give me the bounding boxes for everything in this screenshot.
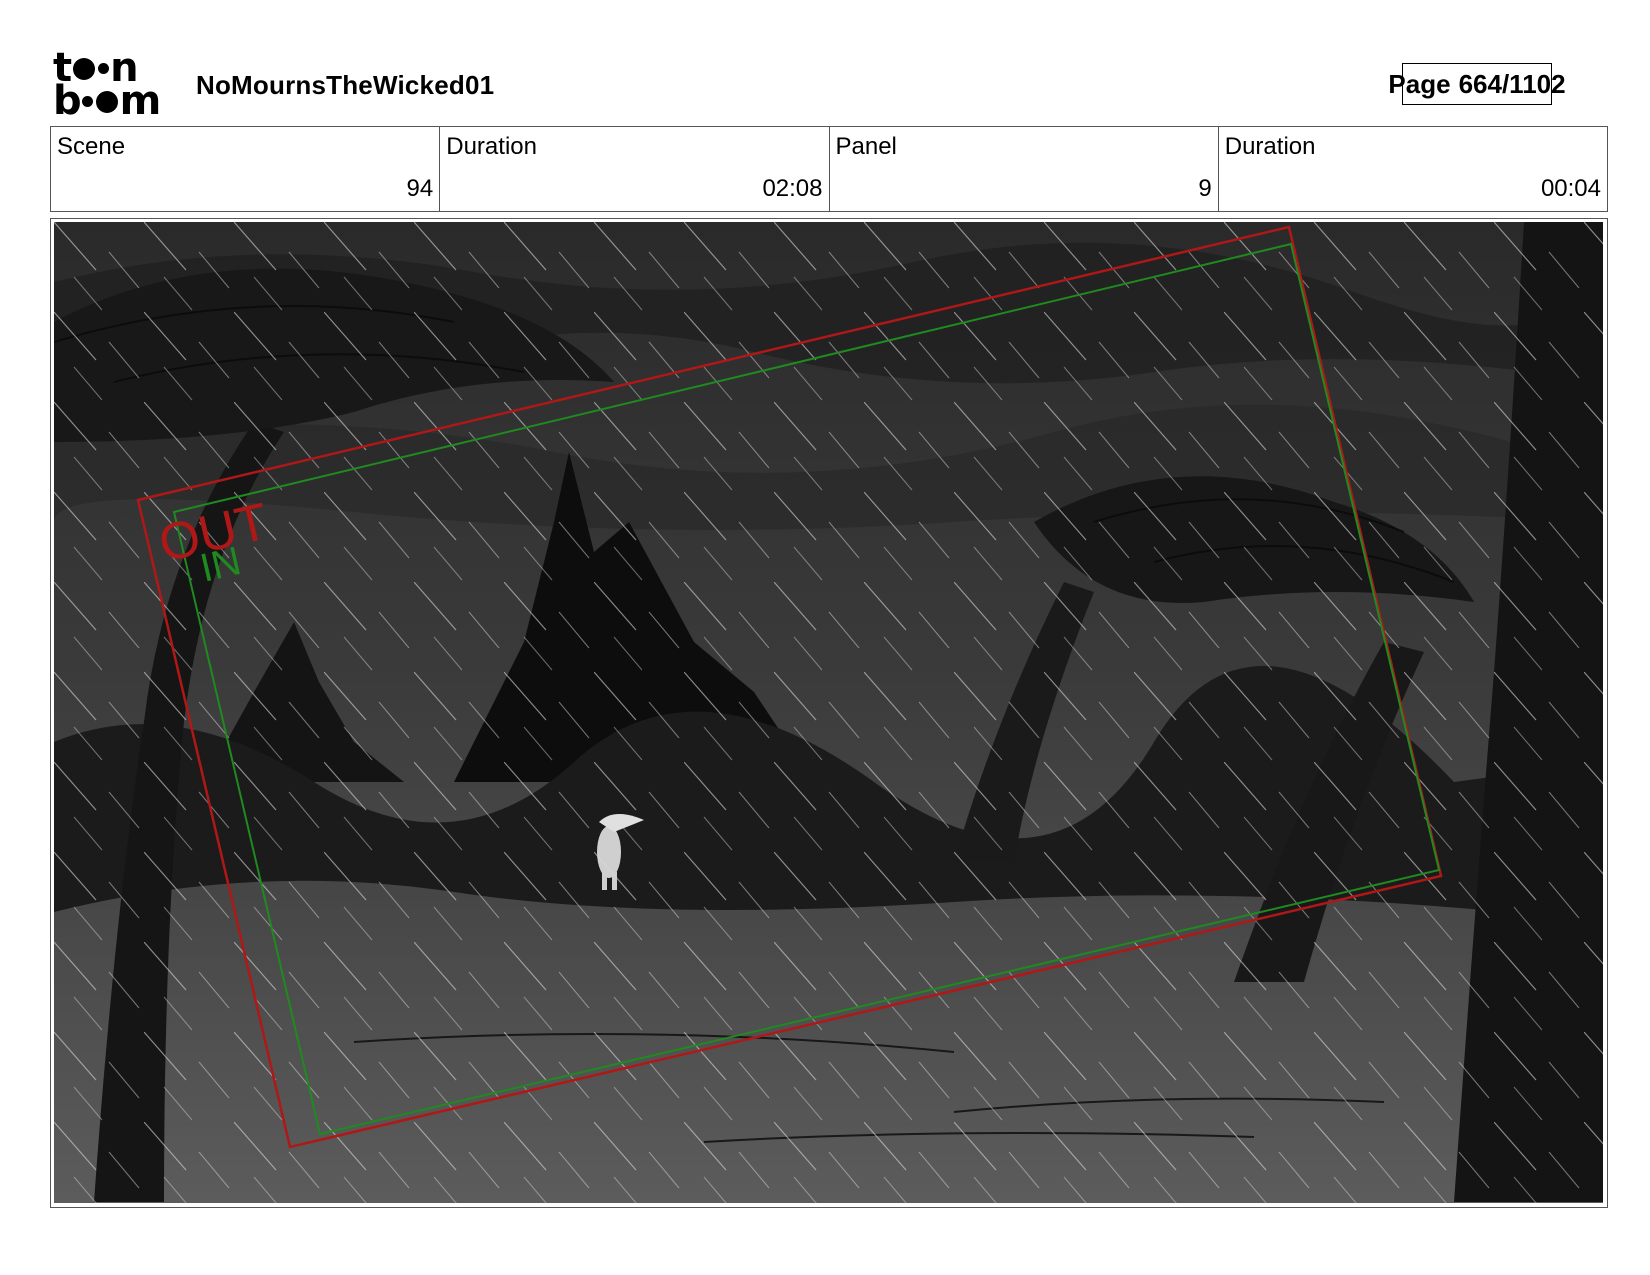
logo-dot-large xyxy=(95,90,118,113)
logo-dot-small xyxy=(81,96,93,107)
scene-info-table: Scene 94 Duration 02:08 Panel 9 Duration… xyxy=(50,126,1608,212)
storyboard-panel: OUT IN xyxy=(50,218,1608,1208)
panel-label: Panel xyxy=(835,133,897,160)
panel-duration-label: Duration xyxy=(1224,133,1316,160)
panel-duration-cell: Duration 00:04 xyxy=(1219,127,1607,211)
scene-value: 94 xyxy=(406,175,434,202)
logo-dot-small xyxy=(98,63,110,74)
page-label: Page xyxy=(1388,68,1451,99)
toonboom-logo: t n b m xyxy=(53,45,161,124)
scene-duration-cell: Duration 02:08 xyxy=(440,127,830,211)
panel-value: 9 xyxy=(1198,175,1212,202)
panel-duration-value: 00:04 xyxy=(1540,175,1601,202)
panel-cell: Panel 9 xyxy=(830,127,1219,211)
project-title: NoMournsTheWicked01 xyxy=(196,70,495,100)
rain xyxy=(54,222,1603,1203)
scene-cell: Scene 94 xyxy=(51,127,441,211)
scene-label: Scene xyxy=(57,133,126,160)
scene-duration-label: Duration xyxy=(446,133,537,160)
scene-duration-value: 02:08 xyxy=(762,175,823,202)
panel-drawing: OUT IN xyxy=(54,222,1603,1203)
page-value: 664/1102 xyxy=(1458,68,1566,99)
logo-dot-large xyxy=(73,57,96,80)
page-indicator: Page 664/1102 xyxy=(1388,63,1566,105)
